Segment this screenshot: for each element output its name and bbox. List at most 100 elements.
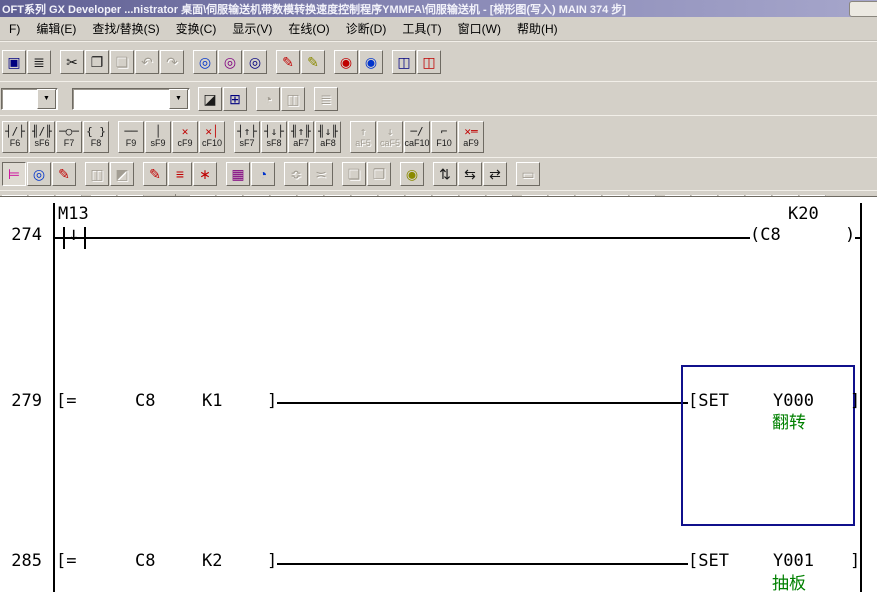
toolbar-program: ▼ ▼ ◪ ⊞ ◔ ◫ [0, 81, 877, 115]
note-edit-button[interactable]: ∗ [193, 162, 217, 186]
monitor-write-mode-button[interactable]: ◩ [110, 162, 134, 186]
ladder-symbol-combo[interactable]: ▼ [1, 88, 58, 110]
set-close-bracket[interactable]: ] [850, 391, 860, 411]
delete-vertical-line-button[interactable]: ✕│ cF10 [199, 121, 225, 153]
menu-diagnostics[interactable]: 诊断(D) [338, 17, 395, 40]
compare-operand-2[interactable]: K1 [202, 391, 222, 411]
cut-button[interactable]: ✂ [60, 50, 84, 74]
view-alias-button[interactable]: ◫ [281, 87, 305, 111]
comment-display-button[interactable]: ⇅ [433, 162, 457, 186]
monitor-start-button[interactable]: ◉ [334, 50, 358, 74]
window-control-button[interactable] [849, 1, 877, 17]
find-window-button[interactable]: ◪ [198, 87, 222, 111]
falling-pulse-parallel-button[interactable]: ╢↓╟ aF8 [315, 121, 341, 153]
compare-operand-1[interactable]: C8 [135, 391, 155, 411]
selection-cursor [681, 365, 855, 526]
copy-button[interactable]: ❐ [85, 50, 109, 74]
set-instruction[interactable]: [SET [688, 551, 729, 571]
menu-view[interactable]: 显示(V) [224, 17, 280, 40]
menu-online[interactable]: 在线(O) [280, 17, 337, 40]
undo-button[interactable]: ↶ [135, 50, 159, 74]
coil-button[interactable]: ─○─ F7 [56, 121, 82, 153]
delete-column-button[interactable]: ❐ [367, 162, 391, 186]
rising-transition-button[interactable]: ↑ aF5 [350, 121, 376, 153]
monitor-stop-button[interactable]: ◉ [359, 50, 383, 74]
project-tree-button[interactable]: ⊞ [223, 87, 247, 111]
contact-closed-button[interactable]: ┤/├ F6 [2, 121, 28, 153]
rung-wire [855, 237, 861, 239]
chevron-down-icon[interactable]: ▼ [37, 89, 56, 109]
counter-coil-open[interactable]: (C8 [750, 225, 781, 245]
buffer-memory-button[interactable]: ▭ [516, 162, 540, 186]
insert-column-button[interactable]: ❏ [342, 162, 366, 186]
data-list-button[interactable]: ≣ [314, 87, 338, 111]
step-number: 279 [2, 391, 42, 411]
invert-result-button[interactable]: ─/ caF10 [404, 121, 430, 153]
falling-pulse-contact[interactable]: ↓ [68, 223, 79, 245]
save-button[interactable]: ▣ [2, 50, 26, 74]
application-instruction-button[interactable]: { } F8 [83, 121, 109, 153]
counter-coil-close[interactable]: ) [845, 225, 855, 245]
menu-find-replace[interactable]: 查找/替换(S) [84, 17, 167, 40]
chevron-down-icon[interactable]: ▼ [169, 89, 188, 109]
set-close-bracket[interactable]: ] [850, 551, 860, 571]
set-device[interactable]: Y001 [773, 551, 814, 571]
menu-project-partial[interactable]: F) [1, 19, 28, 39]
menu-tools[interactable]: 工具(T) [394, 17, 449, 40]
insert-mode-button[interactable]: ✎ [276, 50, 300, 74]
set-device[interactable]: Y000 [773, 391, 814, 411]
vertical-line-button[interactable]: │ sF9 [145, 121, 171, 153]
compare-close-bracket[interactable]: ] [267, 391, 277, 411]
paste-button[interactable]: ❏ [110, 50, 134, 74]
device-test-button[interactable]: ◉ [400, 162, 424, 186]
falling-pulse-button[interactable]: ┤↓├ sF8 [261, 121, 287, 153]
compare-close-bracket[interactable]: ] [267, 551, 277, 571]
set-instruction[interactable]: [SET [688, 391, 729, 411]
project-data-toggle-button[interactable]: ◫ [417, 50, 441, 74]
compare-open-bracket[interactable]: [= [56, 551, 76, 571]
compare-open-bracket[interactable]: [= [56, 391, 76, 411]
find-contact-coil-button[interactable]: ◎ [193, 50, 217, 74]
device-memory-button[interactable]: ▦ [226, 162, 250, 186]
delete-horizontal-line-button[interactable]: ✕ cF9 [172, 121, 198, 153]
cascade-windows-button[interactable]: ◫ [392, 50, 416, 74]
read-mode-button[interactable]: ◎ [27, 162, 51, 186]
project-data-combo[interactable]: ▼ [72, 88, 190, 110]
menu-convert[interactable]: 变换(C) [168, 17, 225, 40]
find-string-button[interactable]: ◎ [243, 50, 267, 74]
insert-row-button[interactable]: ≎ [284, 162, 308, 186]
menu-edit[interactable]: 编辑(E) [28, 17, 84, 40]
compare-operand-2[interactable]: K2 [202, 551, 222, 571]
statement-edit-button[interactable]: ≡ [168, 162, 192, 186]
overwrite-mode-button[interactable]: ✎ [301, 50, 325, 74]
view-comment-button[interactable]: ◔ [256, 87, 280, 111]
clock-setting-button[interactable]: ◔ [251, 162, 275, 186]
monitor-mode-button[interactable]: ◫ [85, 162, 109, 186]
contact-closed-parallel-button[interactable]: ╢/╟ sF6 [29, 121, 55, 153]
horizontal-line-button[interactable]: ── F9 [118, 121, 144, 153]
note-display-button[interactable]: ⇄ [483, 162, 507, 186]
menu-window[interactable]: 窗口(W) [450, 17, 509, 40]
find-device-button[interactable]: ◎ [218, 50, 242, 74]
ladder-edit-mode-button[interactable]: ⊨ [2, 162, 26, 186]
ladder-view: 274 M13 ↓ K20 (C8 ) 279 [= C8 K1 ] [SET … [0, 196, 877, 592]
compare-operand-1[interactable]: C8 [135, 551, 155, 571]
redo-button[interactable]: ↷ [160, 50, 184, 74]
menu-help[interactable]: 帮助(H) [509, 17, 566, 40]
rising-pulse-parallel-button[interactable]: ╢↑╟ aF7 [288, 121, 314, 153]
rising-pulse-button[interactable]: ┤↑├ sF7 [234, 121, 260, 153]
falling-transition-button[interactable]: ↓ caF5 [377, 121, 403, 153]
rung-wire [86, 237, 750, 239]
delete-row-button[interactable]: ≍ [309, 162, 333, 186]
print-button[interactable]: ≣ [27, 50, 51, 74]
write-mode-button[interactable]: ✎ [52, 162, 76, 186]
statement-display-button[interactable]: ⇆ [458, 162, 482, 186]
line-delete-button[interactable]: ✕═ aF9 [458, 121, 484, 153]
contact-device-label[interactable]: M13 [58, 204, 89, 224]
line-draw-button[interactable]: ⌐ F10 [431, 121, 457, 153]
device-comment-edit-button[interactable]: ✎ [143, 162, 167, 186]
device-comment[interactable]: 抽板 [772, 575, 806, 592]
counter-preset-value[interactable]: K20 [788, 204, 819, 224]
device-comment[interactable]: 翻转 [772, 414, 806, 432]
step-number: 285 [2, 551, 42, 571]
